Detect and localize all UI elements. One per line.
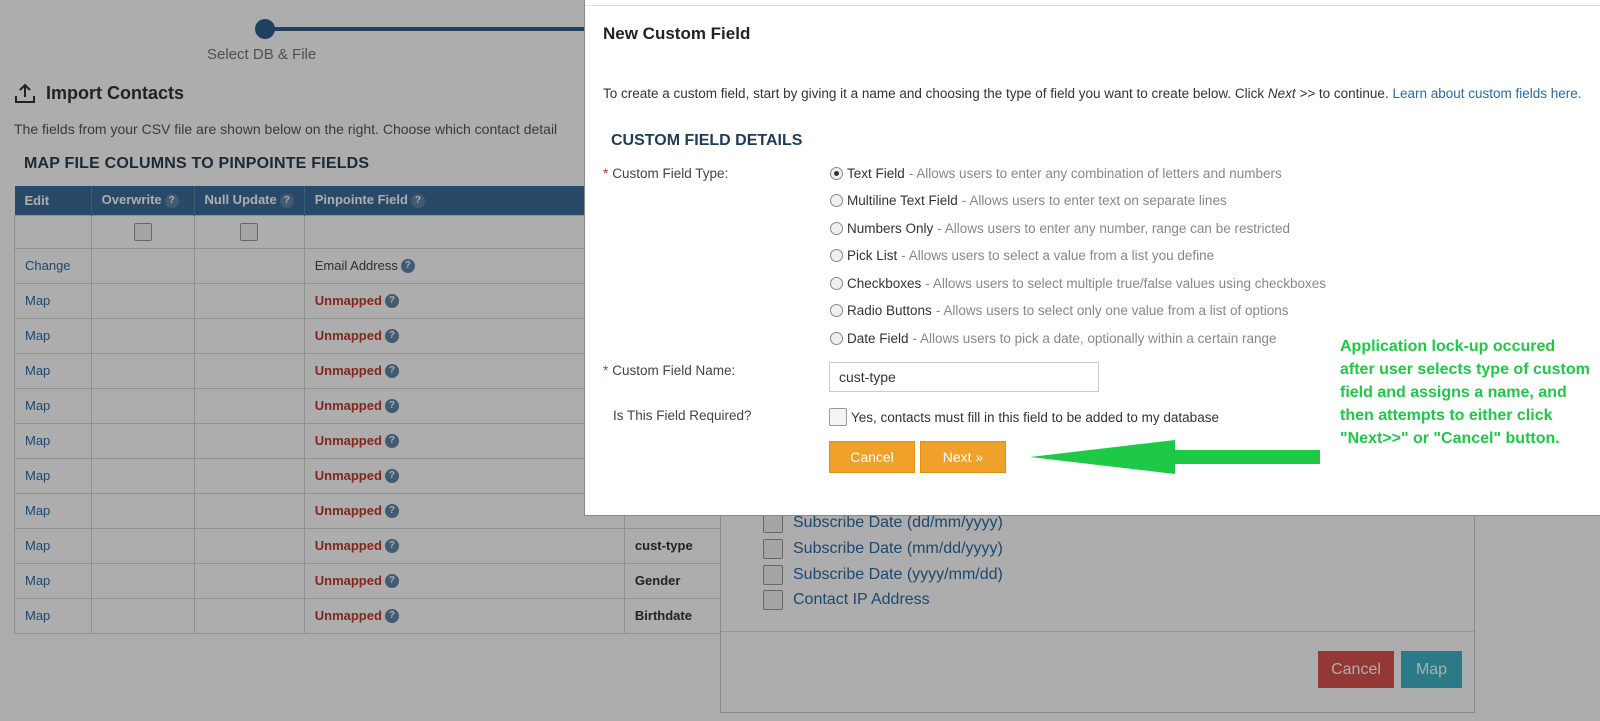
type-option-text-field[interactable]: Text Field - Allows users to enter any c… bbox=[830, 166, 1282, 181]
modal-intro: To create a custom field, start by givin… bbox=[603, 86, 1582, 101]
type-option-checkboxes[interactable]: Checkboxes - Allows users to select mult… bbox=[830, 276, 1326, 291]
type-option-pick-list[interactable]: Pick List - Allows users to select a val… bbox=[830, 248, 1214, 263]
radio-selected[interactable] bbox=[830, 167, 843, 180]
radio[interactable] bbox=[830, 304, 843, 317]
radio[interactable] bbox=[830, 332, 843, 345]
required-checkbox[interactable] bbox=[829, 408, 847, 426]
field-type-label: * Custom Field Type: bbox=[603, 166, 729, 181]
radio[interactable] bbox=[830, 277, 843, 290]
field-name-label: * Custom Field Name: bbox=[603, 363, 736, 378]
type-option-date-field[interactable]: Date Field - Allows users to pick a date… bbox=[830, 331, 1277, 346]
radio[interactable] bbox=[830, 222, 843, 235]
type-option-radio-buttons[interactable]: Radio Buttons - Allows users to select o… bbox=[830, 303, 1289, 318]
modal-title: New Custom Field bbox=[603, 24, 751, 43]
required-label: Is This Field Required? bbox=[613, 408, 752, 423]
next-button[interactable]: Next » bbox=[920, 441, 1006, 473]
required-option[interactable]: Yes, contacts must fill in this field to… bbox=[829, 408, 1219, 426]
annotation-text: Application lock-up occured after user s… bbox=[1340, 338, 1590, 447]
custom-field-name-input[interactable] bbox=[829, 362, 1099, 392]
radio[interactable] bbox=[830, 249, 843, 262]
annotation-arrow bbox=[1030, 440, 1320, 474]
radio[interactable] bbox=[830, 194, 843, 207]
cancel-button[interactable]: Cancel bbox=[829, 441, 915, 473]
section-heading: CUSTOM FIELD DETAILS bbox=[611, 132, 803, 149]
learn-custom-fields-link[interactable]: Learn about custom fields here. bbox=[1392, 86, 1581, 101]
type-option-multiline[interactable]: Multiline Text Field - Allows users to e… bbox=[830, 193, 1227, 208]
type-option-numbers[interactable]: Numbers Only - Allows users to enter any… bbox=[830, 221, 1290, 236]
